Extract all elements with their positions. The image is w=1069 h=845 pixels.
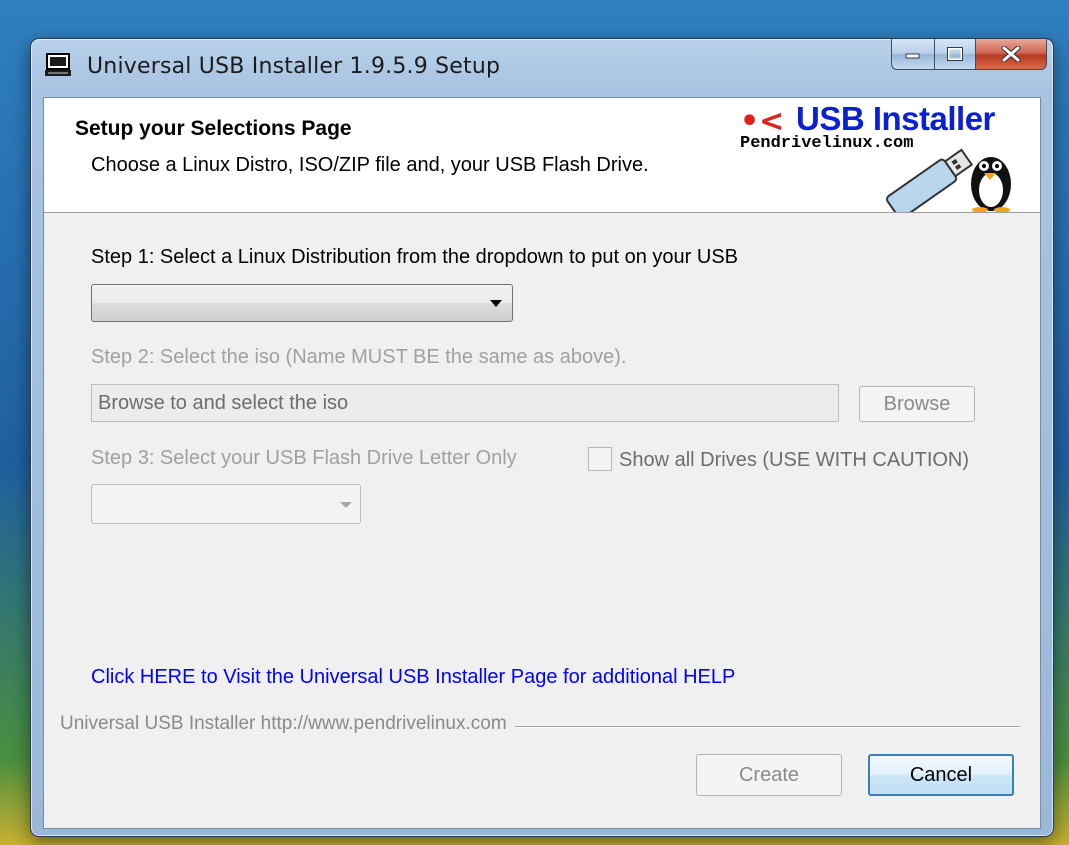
close-button[interactable] <box>976 39 1047 70</box>
logo-title: USB Installer <box>796 100 995 137</box>
help-link[interactable]: Click HERE to Visit the Universal USB In… <box>91 666 735 689</box>
minimize-button[interactable] <box>891 39 935 70</box>
iso-path-field[interactable]: Browse to and select the iso <box>91 384 839 422</box>
page-title: Setup your Selections Page <box>75 117 352 140</box>
branding-text: Universal USB Installer http://www.pendr… <box>60 713 515 735</box>
usb-drive-dropdown[interactable] <box>91 484 361 524</box>
step2-label: Step 2: Select the iso (Name MUST BE the… <box>91 346 627 368</box>
show-all-drives-checkbox[interactable] <box>588 447 612 471</box>
step3-label: Step 3: Select your USB Flash Drive Lett… <box>91 447 517 469</box>
usb-penguin-logo-icon <box>886 148 1011 212</box>
header-panel: Setup your Selections Page Choose a Linu… <box>44 98 1040 213</box>
minimize-icon <box>905 53 920 59</box>
dialog-body: Setup your Selections Page Choose a Linu… <box>43 97 1041 829</box>
cancel-button[interactable]: Cancel <box>868 754 1014 796</box>
window-title: Universal USB Installer 1.9.5.9 Setup <box>87 54 501 79</box>
maximize-icon <box>947 47 963 61</box>
chevron-down-icon <box>340 502 352 508</box>
installer-window: Universal USB Installer 1.9.5.9 Setup Se… <box>30 38 1054 837</box>
caption-buttons <box>891 39 1047 70</box>
linux-distro-dropdown[interactable] <box>91 284 513 322</box>
browse-button[interactable]: Browse <box>859 386 975 422</box>
computer-icon <box>45 53 71 76</box>
show-all-drives-label[interactable]: Show all Drives (USE WITH CAUTION) <box>619 449 969 472</box>
title-bar[interactable]: Universal USB Installer 1.9.5.9 Setup <box>31 39 1053 93</box>
page-subtitle: Choose a Linux Distro, ISO/ZIP file and,… <box>91 154 649 176</box>
chevron-down-icon <box>490 300 502 307</box>
iso-path-value: Browse to and select the iso <box>98 392 349 414</box>
step1-label: Step 1: Select a Linux Distribution from… <box>91 246 739 268</box>
create-button[interactable]: Create <box>696 754 842 796</box>
maximize-button[interactable] <box>935 39 976 70</box>
close-icon <box>1001 46 1021 62</box>
